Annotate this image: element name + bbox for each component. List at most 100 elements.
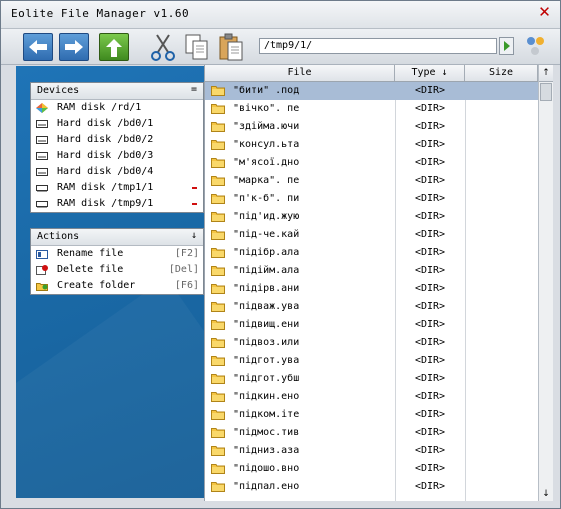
file-row[interactable]: "підгот.ува <DIR>	[205, 352, 538, 370]
file-type: <DIR>	[414, 103, 446, 114]
folder-icon	[211, 230, 225, 240]
folder-icon	[211, 86, 225, 96]
folder-icon	[211, 446, 225, 456]
back-button[interactable]	[23, 33, 53, 61]
file-row[interactable]: "підмос.тив <DIR>	[205, 424, 538, 442]
file-row[interactable]: "підкин.ено <DIR>	[205, 388, 538, 406]
file-row[interactable]: "п'к-б". пи <DIR>	[205, 190, 538, 208]
delete-icon	[36, 265, 48, 275]
file-row[interactable]: "під'ид.жую <DIR>	[205, 208, 538, 226]
file-name: "підійм.ала	[233, 265, 300, 276]
file-type: <DIR>	[414, 283, 446, 294]
file-type: <DIR>	[414, 337, 446, 348]
ramdisk-color-icon	[36, 103, 48, 113]
file-type: <DIR>	[414, 409, 446, 420]
file-type: <DIR>	[414, 319, 446, 330]
folder-icon	[211, 338, 225, 348]
status-orbs-icon	[527, 37, 544, 55]
file-row[interactable]: "підпал.ено <DIR>	[205, 478, 538, 496]
forward-button[interactable]	[59, 33, 89, 61]
file-name: "підваж.ува	[233, 301, 300, 312]
file-row[interactable]: "під-че.кай <DIR>	[205, 226, 538, 244]
actions-toggle[interactable]: ↓	[191, 230, 197, 241]
file-type: <DIR>	[414, 247, 446, 258]
folder-icon	[211, 482, 225, 492]
device-item[interactable]: Hard disk /bd0/3	[31, 148, 203, 164]
file-row[interactable]: "підірв.ани <DIR>	[205, 280, 538, 298]
devices-header[interactable]: Devices =	[31, 83, 203, 100]
folder-icon	[211, 104, 225, 114]
paste-icon[interactable]	[217, 32, 245, 62]
device-label: RAM disk /rd/1	[57, 102, 142, 113]
go-button[interactable]	[499, 37, 514, 55]
device-item[interactable]: RAM disk /tmp9/1	[31, 196, 203, 212]
file-row[interactable]: "підваж.ува <DIR>	[205, 298, 538, 316]
file-row[interactable]: "бити" .под <DIR>	[205, 82, 538, 100]
close-icon[interactable]: ✕	[537, 5, 552, 20]
file-row[interactable]: "підійм.ала <DIR>	[205, 262, 538, 280]
devices-toggle[interactable]: =	[191, 84, 197, 95]
harddisk-icon	[36, 136, 48, 144]
folder-icon	[211, 464, 225, 474]
device-item[interactable]: Hard disk /bd0/4	[31, 164, 203, 180]
file-row[interactable]: "підком.іте <DIR>	[205, 406, 538, 424]
device-item[interactable]: Hard disk /bd0/1	[31, 116, 203, 132]
column-file[interactable]: File	[205, 65, 395, 81]
folder-icon	[211, 122, 225, 132]
harddisk-icon	[36, 120, 48, 128]
scroll-down-arrow-icon[interactable]: ↓	[539, 487, 553, 501]
harddisk-icon	[36, 168, 48, 176]
folder-icon	[211, 392, 225, 402]
file-row[interactable]: "підвоз.или <DIR>	[205, 334, 538, 352]
folder-icon	[211, 176, 225, 186]
file-row[interactable]: "здійма.ючи <DIR>	[205, 118, 538, 136]
folder-icon	[211, 248, 225, 258]
action-item[interactable]: Rename file [F2]	[31, 246, 203, 262]
path-input[interactable]: /tmp9/1/	[259, 38, 497, 54]
folder-icon	[211, 266, 225, 276]
action-shortcut: [F2]	[174, 248, 199, 259]
device-item[interactable]: RAM disk /tmp1/1	[31, 180, 203, 196]
ramdisk-icon	[36, 201, 48, 208]
device-item[interactable]: RAM disk /rd/1	[31, 100, 203, 116]
file-row[interactable]: "підошо.вно <DIR>	[205, 460, 538, 478]
device-item[interactable]: Hard disk /bd0/2	[31, 132, 203, 148]
up-button[interactable]	[99, 33, 129, 61]
file-name: "під-че.кай	[233, 229, 300, 240]
file-name: "підвоз.или	[233, 337, 300, 348]
file-row[interactable]: "марка". пе <DIR>	[205, 172, 538, 190]
folder-icon	[211, 374, 225, 384]
column-type[interactable]: Type ↓	[395, 65, 465, 81]
vertical-scrollbar[interactable]: ↑ ↓	[538, 65, 553, 501]
title-bar[interactable]: Eolite File Manager v1.60 ✕	[1, 1, 560, 29]
file-name: "п'к-б". пи	[233, 193, 300, 204]
folder-icon	[211, 140, 225, 150]
scroll-up-arrow-icon[interactable]: ↑	[539, 65, 553, 82]
file-name: "підгот.ува	[233, 355, 300, 366]
scroll-thumb[interactable]	[540, 83, 552, 101]
rename-icon	[36, 250, 48, 259]
file-row[interactable]: "підниз.аза <DIR>	[205, 442, 538, 460]
file-row[interactable]: "підгот.убш <DIR>	[205, 370, 538, 388]
file-row[interactable]: "м'ясої.дно <DIR>	[205, 154, 538, 172]
column-size[interactable]: Size	[465, 65, 538, 81]
action-item[interactable]: Create folder [F6]	[31, 278, 203, 294]
file-type: <DIR>	[414, 121, 446, 132]
file-row[interactable]: "консул.ьта <DIR>	[205, 136, 538, 154]
eject-icon[interactable]	[192, 187, 197, 189]
action-shortcut: [Del]	[168, 264, 199, 275]
left-margin	[1, 65, 16, 501]
scissors-icon[interactable]	[149, 32, 177, 62]
file-row[interactable]: "вічко". пе <DIR>	[205, 100, 538, 118]
folder-icon	[211, 302, 225, 312]
file-type: <DIR>	[414, 139, 446, 150]
copy-icon[interactable]	[183, 32, 211, 62]
file-type: <DIR>	[414, 355, 446, 366]
actions-header[interactable]: Actions ↓	[31, 229, 203, 246]
eject-icon[interactable]	[192, 203, 197, 205]
file-row[interactable]: "підвищ.ени <DIR>	[205, 316, 538, 334]
file-name: "підмос.тив	[233, 427, 300, 438]
action-item[interactable]: Delete file [Del]	[31, 262, 203, 278]
window-title: Eolite File Manager v1.60	[11, 7, 190, 20]
file-row[interactable]: "підібр.ала <DIR>	[205, 244, 538, 262]
